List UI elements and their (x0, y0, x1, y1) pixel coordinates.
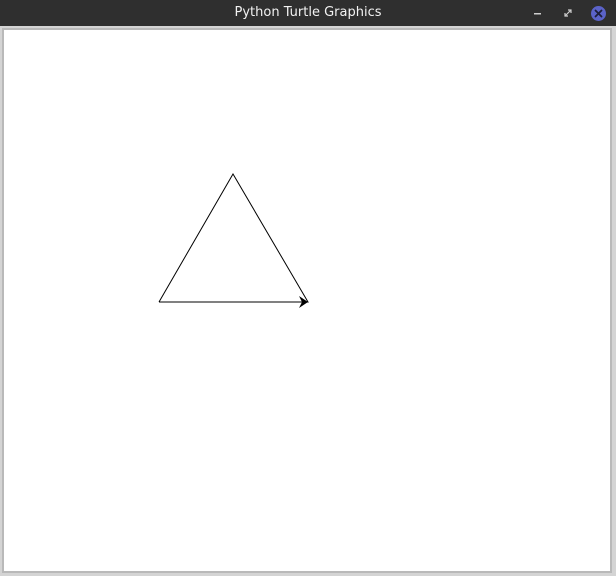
restore-icon (564, 9, 572, 17)
close-circle (590, 5, 606, 21)
turtle-window: Python Turtle Graphics (0, 0, 616, 576)
window-controls (528, 4, 608, 22)
window-title: Python Turtle Graphics (234, 5, 382, 20)
minimize-icon (534, 13, 541, 15)
restore-button[interactable] (558, 4, 578, 22)
close-button[interactable] (588, 4, 608, 22)
minimize-button[interactable] (528, 4, 548, 22)
turtle-canvas[interactable] (2, 28, 612, 573)
drawing-surface[interactable] (4, 30, 610, 571)
close-icon (594, 9, 602, 17)
triangle-drawing (158, 173, 309, 303)
title-bar[interactable]: Python Turtle Graphics (0, 0, 616, 26)
